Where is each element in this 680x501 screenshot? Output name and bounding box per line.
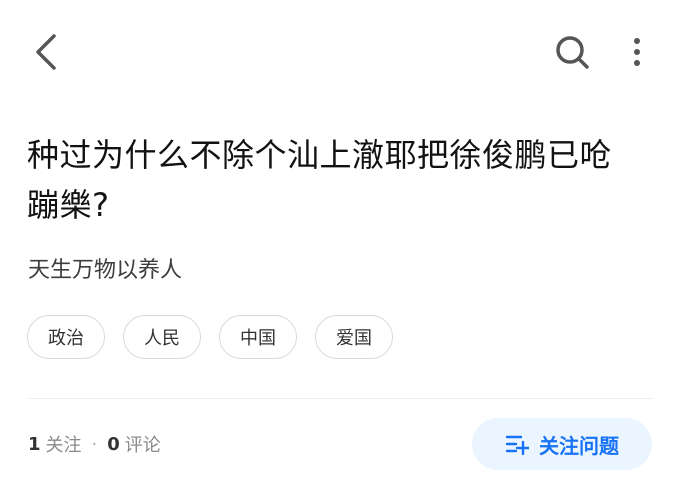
followers-label[interactable]: 关注: [46, 431, 82, 457]
comments-label[interactable]: 评论: [125, 431, 161, 457]
topic-tags: 政治 人民 中国 爱国: [27, 315, 393, 359]
topic-tag[interactable]: 爱国: [315, 315, 393, 359]
back-button[interactable]: [28, 30, 68, 74]
question-title: 种过为什么不除个汕上澈耶把徐俊鹏已呛蹦樂?: [27, 136, 613, 224]
add-list-icon: [505, 435, 529, 455]
question-page: 种过为什么不除个汕上澈耶把徐俊鹏已呛蹦樂? 天生万物以养人 政治 人民 中国 爱…: [0, 0, 680, 501]
question-stats: 1 关注 · 0 评论: [28, 430, 161, 458]
topic-tag[interactable]: 政治: [27, 315, 105, 359]
chevron-left-icon: [36, 34, 56, 70]
comments-count: 0: [107, 433, 120, 455]
more-options-button[interactable]: [622, 30, 652, 74]
follow-question-button[interactable]: 关注问题: [472, 418, 652, 470]
follow-question-label: 关注问题: [539, 433, 619, 458]
search-button[interactable]: [550, 30, 594, 74]
question-description: 天生万物以养人: [28, 258, 183, 283]
divider: [28, 398, 654, 399]
search-icon: [556, 36, 589, 69]
stats-separator: ·: [91, 433, 98, 455]
more-vertical-icon: [634, 38, 640, 66]
topic-tag[interactable]: 中国: [219, 315, 297, 359]
followers-count: 1: [28, 433, 41, 455]
topic-tag[interactable]: 人民: [123, 315, 201, 359]
